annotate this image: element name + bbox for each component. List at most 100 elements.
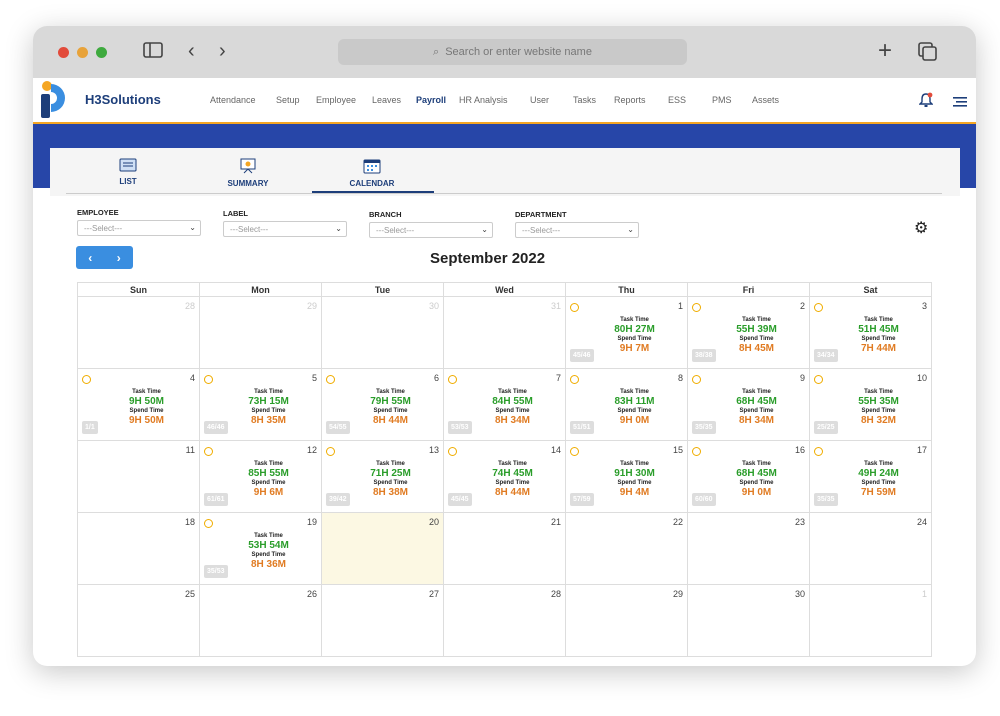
- status-circle-icon[interactable]: [204, 447, 213, 456]
- calendar-week: 28 29 30 31 1 Task Time 80H 27M Spend Time 9H 7M…: [78, 297, 932, 369]
- calendar-day-cell[interactable]: 6 Task Time 79H 55M Spend Time 8H 44M 54/55: [322, 369, 444, 441]
- attendance-count-badge: 53/53: [448, 421, 472, 434]
- status-circle-icon[interactable]: [692, 303, 701, 312]
- calendar-day-cell[interactable]: 8 Task Time 83H 11M Spend Time 9H 0M 51/51: [566, 369, 688, 441]
- calendar-day-cell[interactable]: 22: [566, 513, 688, 585]
- status-circle-icon[interactable]: [448, 375, 457, 384]
- calendar-day-cell[interactable]: 19 Task Time 53H 54M Spend Time 8H 36M 35/53: [200, 513, 322, 585]
- status-circle-icon[interactable]: [814, 303, 823, 312]
- label-select[interactable]: ---Select--- ⌄: [223, 221, 347, 237]
- calendar-day-cell[interactable]: 2 Task Time 55H 39M Spend Time 8H 45M 38/38: [688, 297, 810, 369]
- department-select[interactable]: ---Select--- ⌄: [515, 222, 639, 238]
- calendar-day-cell[interactable]: 20: [322, 513, 444, 585]
- calendar-day-cell[interactable]: 29: [200, 297, 322, 369]
- calendar-day-cell[interactable]: 12 Task Time 85H 55M Spend Time 9H 6M 61/61: [200, 441, 322, 513]
- calendar-day-cell[interactable]: 7 Task Time 84H 55M Spend Time 8H 34M 53/53: [444, 369, 566, 441]
- spend-time-value: 9H 6M: [253, 487, 284, 498]
- calendar-day-cell[interactable]: 1: [810, 585, 932, 657]
- attendance-count-badge: 35/35: [692, 421, 716, 434]
- brand-logo-icon: [37, 80, 69, 125]
- calendar-day-cell[interactable]: 17 Task Time 49H 24M Spend Time 7H 59M 35/35: [810, 441, 932, 513]
- calendar-day-cell[interactable]: 23: [688, 513, 810, 585]
- calendar-day-cell[interactable]: 1 Task Time 80H 27M Spend Time 9H 7M 45/46: [566, 297, 688, 369]
- close-window-button[interactable]: [58, 47, 69, 58]
- menu-item-user[interactable]: User: [530, 95, 549, 105]
- calendar-day-cell[interactable]: 24: [810, 513, 932, 585]
- calendar-day-cell[interactable]: 14 Task Time 74H 45M Spend Time 8H 44M 45/45: [444, 441, 566, 513]
- calendar-day-cell[interactable]: 10 Task Time 55H 35M Spend Time 8H 32M 25/25: [810, 369, 932, 441]
- calendar-day-cell[interactable]: 13 Task Time 71H 25M Spend Time 8H 38M 39/42: [322, 441, 444, 513]
- menu-item-payroll[interactable]: Payroll: [416, 95, 446, 105]
- status-circle-icon[interactable]: [448, 447, 457, 456]
- status-circle-icon[interactable]: [570, 375, 579, 384]
- minimize-window-button[interactable]: [77, 47, 88, 58]
- status-circle-icon[interactable]: [570, 447, 579, 456]
- calendar-day-cell[interactable]: 21: [444, 513, 566, 585]
- menu-item-leaves[interactable]: Leaves: [372, 95, 401, 105]
- calendar-day-cell[interactable]: 27: [322, 585, 444, 657]
- day-header-fri: Fri: [688, 283, 810, 297]
- maximize-window-button[interactable]: [96, 47, 107, 58]
- status-circle-icon[interactable]: [814, 375, 823, 384]
- menu-item-employee[interactable]: Employee: [316, 95, 356, 105]
- menu-item-tasks[interactable]: Tasks: [573, 95, 596, 105]
- back-icon[interactable]: ‹: [188, 41, 195, 61]
- calendar-day-cell[interactable]: 15 Task Time 91H 30M Spend Time 9H 4M 57/59: [566, 441, 688, 513]
- calendar-day-cell[interactable]: 30: [322, 297, 444, 369]
- calendar-day-cell[interactable]: 4 Task Time 9H 50M Spend Time 9H 50M 1/1: [78, 369, 200, 441]
- notification-bell-icon[interactable]: [918, 92, 934, 113]
- next-month-button[interactable]: ›: [117, 251, 121, 265]
- forward-icon[interactable]: ›: [219, 41, 226, 61]
- address-bar[interactable]: ⌕ Search or enter website name: [338, 39, 687, 65]
- status-circle-icon[interactable]: [326, 447, 335, 456]
- status-circle-icon[interactable]: [692, 375, 701, 384]
- day-number: 12: [306, 445, 317, 455]
- menu-item-attendance[interactable]: Attendance: [210, 95, 256, 105]
- new-tab-icon[interactable]: +: [878, 39, 892, 63]
- chevron-down-icon: ⌄: [627, 225, 634, 234]
- calendar-day-cell[interactable]: 30: [688, 585, 810, 657]
- tab-list[interactable]: LIST: [78, 158, 178, 186]
- day-time-summary: Task Time 84H 55M Spend Time 8H 34M: [464, 389, 561, 427]
- status-circle-icon[interactable]: [570, 303, 579, 312]
- calendar-day-cell[interactable]: 11: [78, 441, 200, 513]
- calendar-day-cell[interactable]: 3 Task Time 51H 45M Spend Time 7H 44M 34/34: [810, 297, 932, 369]
- prev-month-button[interactable]: ‹: [88, 251, 92, 265]
- branch-select[interactable]: ---Select--- ⌄: [369, 222, 493, 238]
- calendar-day-cell[interactable]: 26: [200, 585, 322, 657]
- task-time-value: 91H 30M: [614, 468, 655, 479]
- calendar-day-cell[interactable]: 29: [566, 585, 688, 657]
- hamburger-menu-icon[interactable]: [953, 95, 967, 113]
- menu-item-setup[interactable]: Setup: [276, 95, 300, 105]
- calendar-day-cell[interactable]: 16 Task Time 68H 45M Spend Time 9H 0M 60/60: [688, 441, 810, 513]
- calendar-day-cell[interactable]: 9 Task Time 68H 45M Spend Time 8H 34M 35/35: [688, 369, 810, 441]
- day-time-summary: Task Time 91H 30M Spend Time 9H 4M: [586, 461, 683, 499]
- day-number: 15: [672, 445, 683, 455]
- tabs-overview-icon[interactable]: [918, 42, 938, 66]
- day-header-sun: Sun: [78, 283, 200, 297]
- menu-item-hr-analysis[interactable]: HR Analysis: [459, 95, 508, 105]
- calendar-day-cell[interactable]: 25: [78, 585, 200, 657]
- status-circle-icon[interactable]: [326, 375, 335, 384]
- calendar-day-cell[interactable]: 5 Task Time 73H 15M Spend Time 8H 35M 46/46: [200, 369, 322, 441]
- calendar-day-cell[interactable]: 18: [78, 513, 200, 585]
- status-circle-icon[interactable]: [204, 519, 213, 528]
- status-circle-icon[interactable]: [814, 447, 823, 456]
- calendar-day-cell[interactable]: 31: [444, 297, 566, 369]
- task-time-value: 9H 50M: [128, 396, 164, 407]
- calendar-day-cell[interactable]: 28: [78, 297, 200, 369]
- employee-select[interactable]: ---Select--- ⌄: [77, 220, 201, 236]
- menu-item-ess[interactable]: ESS: [668, 95, 686, 105]
- status-circle-icon[interactable]: [82, 375, 91, 384]
- tab-summary[interactable]: SUMMARY: [198, 158, 298, 188]
- day-time-summary: Task Time 55H 35M Spend Time 8H 32M: [830, 389, 927, 427]
- menu-item-pms[interactable]: PMS: [712, 95, 732, 105]
- tab-calendar[interactable]: CALENDAR: [322, 158, 422, 188]
- status-circle-icon[interactable]: [204, 375, 213, 384]
- sidebar-icon[interactable]: [143, 42, 163, 62]
- status-circle-icon[interactable]: [692, 447, 701, 456]
- menu-item-assets[interactable]: Assets: [752, 95, 779, 105]
- settings-gear-icon[interactable]: ⚙: [914, 218, 928, 238]
- calendar-day-cell[interactable]: 28: [444, 585, 566, 657]
- menu-item-reports[interactable]: Reports: [614, 95, 646, 105]
